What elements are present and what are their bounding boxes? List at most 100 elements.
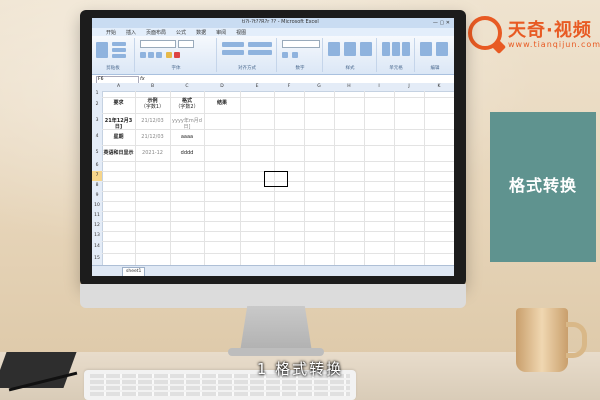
ribbon-group-font: 字体	[136, 38, 217, 72]
cell-requirement[interactable]: 21年12月3日]	[102, 118, 135, 130]
conditional-format-icon[interactable]	[328, 42, 340, 56]
delete-cells-icon[interactable]	[392, 42, 400, 56]
sheet-tab-bar: sheet1	[92, 265, 454, 276]
column-header[interactable]: K	[424, 83, 454, 92]
grid-line	[102, 145, 454, 146]
column-header[interactable]: F	[274, 83, 305, 92]
font-size-select[interactable]	[178, 40, 194, 48]
comma-icon[interactable]	[292, 52, 298, 58]
wrap-text-icon[interactable]	[248, 42, 272, 47]
cut-icon[interactable]	[112, 42, 126, 46]
insert-cells-icon[interactable]	[382, 42, 390, 56]
ribbon-group-number: 数字	[278, 38, 323, 72]
paste-icon[interactable]	[96, 42, 108, 58]
cell-format[interactable]: dddd	[170, 150, 204, 156]
column-header[interactable]: A	[102, 83, 136, 92]
column-header[interactable]: G	[304, 83, 335, 92]
bold-icon[interactable]	[140, 52, 146, 58]
cell-format[interactable]: aaaa	[170, 134, 204, 140]
column-header[interactable]: B	[135, 83, 171, 92]
number-format-select[interactable]	[282, 40, 320, 48]
cell-styles-icon[interactable]	[360, 42, 372, 56]
tab-formulas[interactable]: 公式	[176, 29, 186, 36]
header-format-sub: （字数2）	[175, 104, 199, 110]
indent-icon[interactable]	[222, 50, 244, 55]
grid-line	[102, 241, 454, 242]
find-select-icon[interactable]	[436, 42, 448, 56]
ribbon-group-label: 字体	[171, 66, 181, 71]
grid-line	[102, 191, 454, 192]
tab-review[interactable]: 审阅	[216, 29, 226, 36]
header-result: 结果	[216, 100, 227, 106]
font-color-icon[interactable]	[174, 52, 180, 58]
percent-icon[interactable]	[282, 52, 288, 58]
monitor-chin	[80, 284, 466, 308]
italic-icon[interactable]	[148, 52, 154, 58]
column-header[interactable]: C	[170, 83, 205, 92]
column-header[interactable]: J	[394, 83, 425, 92]
cell-requirement[interactable]: 星期	[102, 134, 135, 140]
tab-home[interactable]: 开始	[106, 29, 116, 36]
copy-icon[interactable]	[112, 48, 126, 52]
column-header[interactable]: D	[204, 83, 241, 92]
grid-line	[364, 91, 365, 265]
brand-logo: 天奇·视频 www.tianqijun.com	[468, 10, 600, 56]
cell-format[interactable]: yyyy年m月d日]	[170, 118, 204, 130]
window-controls[interactable]: — ▢ ✕	[433, 20, 450, 26]
window-title: ti?i-?t??R?r ?? - Microsoft Excel	[242, 19, 319, 25]
ribbon-tabs: 开始 插入 页面布局 公式 数据 审阅 视图	[92, 28, 454, 36]
column-header[interactable]: I	[364, 83, 395, 92]
tab-view[interactable]: 视图	[236, 29, 246, 36]
monitor-base	[228, 348, 324, 356]
ribbon-group-styles: 样式	[324, 38, 377, 72]
merge-center-icon[interactable]	[248, 50, 272, 55]
keyboard-row	[90, 392, 350, 396]
brand-logo-icon	[468, 16, 502, 50]
format-cells-icon[interactable]	[402, 42, 410, 56]
cell-example[interactable]: 2021-12	[135, 150, 170, 156]
ribbon-group-label: 对齐方式	[238, 66, 256, 71]
grid-line	[102, 129, 454, 130]
grid-line	[424, 91, 425, 265]
ribbon-group-label: 样式	[345, 66, 355, 71]
keyboard-row	[90, 386, 350, 390]
monitor-stand	[240, 306, 312, 352]
keyboard-row	[90, 380, 350, 384]
sheet-tab[interactable]: sheet1	[122, 267, 146, 276]
ribbon-group-label: 单元格	[389, 66, 403, 71]
ribbon-group-alignment: 对齐方式	[218, 38, 277, 72]
grid-line	[102, 231, 454, 232]
excel-window: ti?i-?t??R?r ?? - Microsoft Excel — ▢ ✕ …	[92, 18, 454, 276]
format-painter-icon[interactable]	[112, 54, 126, 58]
column-header[interactable]: H	[334, 83, 365, 92]
grid-line	[204, 91, 205, 265]
tab-data[interactable]: 数据	[196, 29, 206, 36]
ribbon-group-clipboard: 剪贴板	[92, 38, 135, 72]
side-card: 格式转换	[490, 112, 596, 262]
ribbon-group-cells: 单元格	[378, 38, 415, 72]
grid-line	[334, 91, 335, 265]
cell-example[interactable]: 21/12/03	[135, 134, 170, 140]
brand-url: www.tianqijun.com	[508, 40, 600, 49]
align-icon[interactable]	[222, 42, 244, 47]
selected-cell[interactable]	[264, 171, 288, 187]
tab-insert[interactable]: 插入	[126, 29, 136, 36]
font-name-select[interactable]	[140, 40, 176, 48]
brand-name: 天奇·视频	[508, 20, 592, 41]
sort-filter-icon[interactable]	[420, 42, 432, 56]
fx-icon[interactable]: fx	[140, 76, 145, 82]
grid-line	[240, 91, 241, 265]
underline-icon[interactable]	[156, 52, 162, 58]
header-requirement: 要求	[113, 100, 124, 106]
worksheet-grid[interactable]: A B C D E F G H I J K 1 2 3 4 5 6 7 8 9 …	[92, 83, 454, 266]
format-table-icon[interactable]	[344, 42, 356, 56]
fill-color-icon[interactable]	[166, 52, 172, 58]
ribbon-group-editing: 编辑	[416, 38, 454, 72]
grid-line	[394, 91, 395, 265]
cell-example[interactable]: 21/12/03	[135, 118, 170, 124]
grid-line	[304, 91, 305, 265]
tab-page-layout[interactable]: 页面布局	[146, 29, 166, 36]
column-header[interactable]: E	[240, 83, 275, 92]
ribbon: 剪贴板 字体 对齐方式 数字 样式 单元格 编辑	[92, 36, 454, 75]
cell-requirement[interactable]: 英语和日显示	[102, 150, 135, 156]
